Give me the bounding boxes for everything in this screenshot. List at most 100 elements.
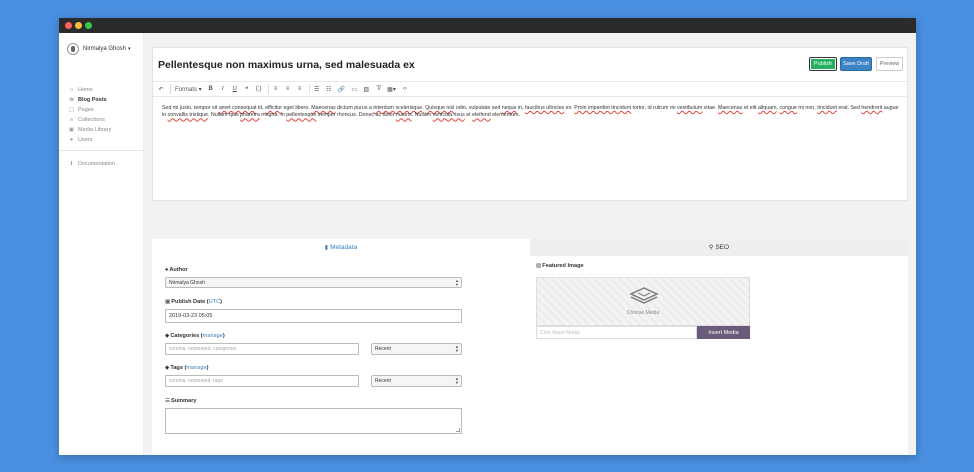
- media-icon[interactable]: ▭: [351, 86, 357, 93]
- calendar-icon: ▦: [165, 299, 171, 305]
- sidebar-item-label: Media Library: [78, 127, 112, 133]
- user-name: Nirmalya Ghosh: [83, 46, 127, 52]
- categories-sort-select[interactable]: Recent ▲ ▼: [371, 343, 462, 355]
- spellcheck-word: pellentesque: [286, 112, 317, 119]
- source-code-icon[interactable]: ‹›: [402, 86, 408, 92]
- sidebar-item-collections[interactable]: ≡ Collections: [68, 115, 111, 125]
- body-text: et elit: [742, 105, 758, 111]
- sidebar-item-blog-posts[interactable]: ≋ Blog Posts: [68, 95, 111, 105]
- rss-icon: ≋: [69, 97, 74, 103]
- categories-input[interactable]: comma, seperated, categories: [165, 343, 359, 355]
- sidebar-nav: ⌂ Home ≋ Blog Posts ▢ Pages ≡ Collections ▣ M…: [68, 85, 111, 145]
- numbered-list-icon[interactable]: ☷: [326, 86, 332, 93]
- body-text: id,: [256, 105, 266, 111]
- list-icon: ≡: [69, 117, 74, 123]
- body-text: in,: [516, 105, 526, 111]
- sidebar-item-users[interactable]: ● Users: [68, 135, 111, 145]
- user-icon: ●: [165, 267, 169, 273]
- user-menu[interactable]: Nirmalya Ghosh ▾: [67, 43, 131, 55]
- manage-categories-link[interactable]: manage: [203, 333, 223, 339]
- layers-icon: [629, 287, 659, 304]
- blockquote-icon[interactable]: ❝: [244, 86, 250, 93]
- sidebar-item-label: Pages: [78, 107, 94, 113]
- home-icon: ⌂: [69, 87, 74, 93]
- body-text: vitae.: [702, 105, 718, 111]
- file-icon: ▮: [324, 245, 329, 251]
- toolbar-divider: [170, 84, 171, 94]
- manage-tags-link[interactable]: manage: [186, 365, 206, 371]
- preview-button[interactable]: Preview: [876, 57, 903, 71]
- spellcheck-word: tincidunt: [817, 105, 837, 111]
- tab-seo[interactable]: ⚲ SEO: [530, 239, 908, 256]
- align-center-icon[interactable]: ≡: [285, 86, 291, 92]
- tab-metadata[interactable]: ▮ Metadata: [152, 239, 530, 256]
- toolbar-divider: [267, 84, 269, 94]
- summary-textarea[interactable]: [165, 408, 462, 434]
- tags-label: ◆Tags (manage): [165, 365, 209, 371]
- body-text: eget libero.: [282, 105, 312, 111]
- spellcheck-word: convallis tristique: [167, 112, 208, 119]
- sidebar-item-pages[interactable]: ▢ Pages: [68, 105, 111, 115]
- post-title[interactable]: Pellentesque non maximus urna, sed males…: [158, 59, 415, 71]
- body-text: mi non,: [796, 105, 818, 111]
- align-right-icon[interactable]: ≡: [297, 86, 303, 92]
- undo-icon[interactable]: ↶: [158, 86, 164, 93]
- tab-label: SEO: [715, 244, 730, 251]
- sidebar-item-label: Users: [78, 137, 93, 143]
- spellcheck-word: Maecenas: [311, 105, 336, 111]
- insert-media-button[interactable]: Insert Media: [697, 326, 750, 339]
- author-select[interactable]: Nirmalya Ghosh ▲ ▼: [165, 277, 462, 288]
- spellcheck-word: Maecenas: [717, 105, 743, 111]
- maximize-window-button[interactable]: [85, 22, 92, 29]
- image-icon[interactable]: ▨: [363, 86, 369, 93]
- spellcheck-word: efficitur: [265, 105, 283, 111]
- sidebar-item-label: Home: [78, 87, 93, 93]
- sidebar-item-media-library[interactable]: ▣ Media Library: [68, 125, 111, 135]
- utc-link[interactable]: UTC: [209, 299, 221, 305]
- clear-format-icon[interactable]: T̸: [375, 86, 381, 92]
- spellcheck-word: amet consequat: [218, 105, 257, 111]
- spellcheck-word: eleifend: [472, 112, 491, 119]
- align-left-icon[interactable]: ≡: [273, 86, 279, 92]
- spellcheck-word: vehicula risus: [432, 112, 465, 119]
- featured-image-dropzone[interactable]: Choose Media: [536, 277, 750, 326]
- window-titlebar: [59, 18, 916, 33]
- featured-image-input[interactable]: Click Insert Media: [536, 326, 697, 339]
- spellcheck-word: neque: [501, 105, 517, 111]
- toolbar-divider: [308, 84, 310, 94]
- code-block-icon[interactable]: {;}: [256, 86, 262, 92]
- sidebar-item-documentation[interactable]: ℹ Documentation: [68, 159, 115, 169]
- file-icon: ▢: [68, 107, 75, 113]
- body-text: tortor, id rutrum mi: [631, 105, 677, 111]
- formats-dropdown[interactable]: Formats ▾: [175, 86, 202, 93]
- editor-body[interactable]: Sed mi justo, tempor sit amet consequat …: [162, 105, 899, 120]
- bold-icon[interactable]: B: [208, 86, 214, 92]
- save-draft-button[interactable]: Save Draft: [840, 57, 872, 71]
- select-arrows-icon: ▲ ▼: [455, 376, 459, 385]
- publish-button[interactable]: Publish: [809, 57, 837, 71]
- minimize-window-button[interactable]: [75, 22, 82, 29]
- publish-date-input[interactable]: 2019-03-23 05:05: [165, 309, 462, 323]
- sidebar-item-home[interactable]: ⌂ Home: [68, 85, 111, 95]
- underline-icon[interactable]: U: [232, 86, 238, 92]
- italic-icon[interactable]: I: [220, 86, 226, 92]
- spellcheck-word: faucibus ultricies: [525, 105, 565, 111]
- editor-toolbar: ↶ Formats ▾ B I U ❝ {;} ≡ ≡ ≡ ☰ ☷ 🔗 ▭ ▨ …: [153, 81, 907, 97]
- tags-icon: ◆: [165, 333, 170, 339]
- spellcheck-word: aliquam: [757, 105, 777, 111]
- chevron-down-icon: ▾: [128, 46, 131, 52]
- spellcheck-word: pharetra: [240, 112, 260, 119]
- bullet-list-icon[interactable]: ☰: [314, 86, 320, 93]
- body-text: magna. In: [259, 112, 287, 119]
- sidebar-footer-nav: ℹ Documentation: [68, 159, 115, 169]
- link-icon[interactable]: 🔗: [338, 86, 345, 93]
- body-text: et: [464, 112, 473, 119]
- table-icon[interactable]: ▦▾: [387, 86, 396, 93]
- tab-label: Metadata: [330, 244, 358, 251]
- tags-input[interactable]: comma, seperated, tags: [165, 375, 359, 387]
- body-text: ex.: [564, 105, 575, 111]
- image-icon: ▨: [536, 263, 542, 269]
- tags-sort-select[interactable]: Recent ▲ ▼: [371, 375, 462, 387]
- body-text: odio, vulputate sed: [454, 105, 502, 111]
- close-window-button[interactable]: [65, 22, 72, 29]
